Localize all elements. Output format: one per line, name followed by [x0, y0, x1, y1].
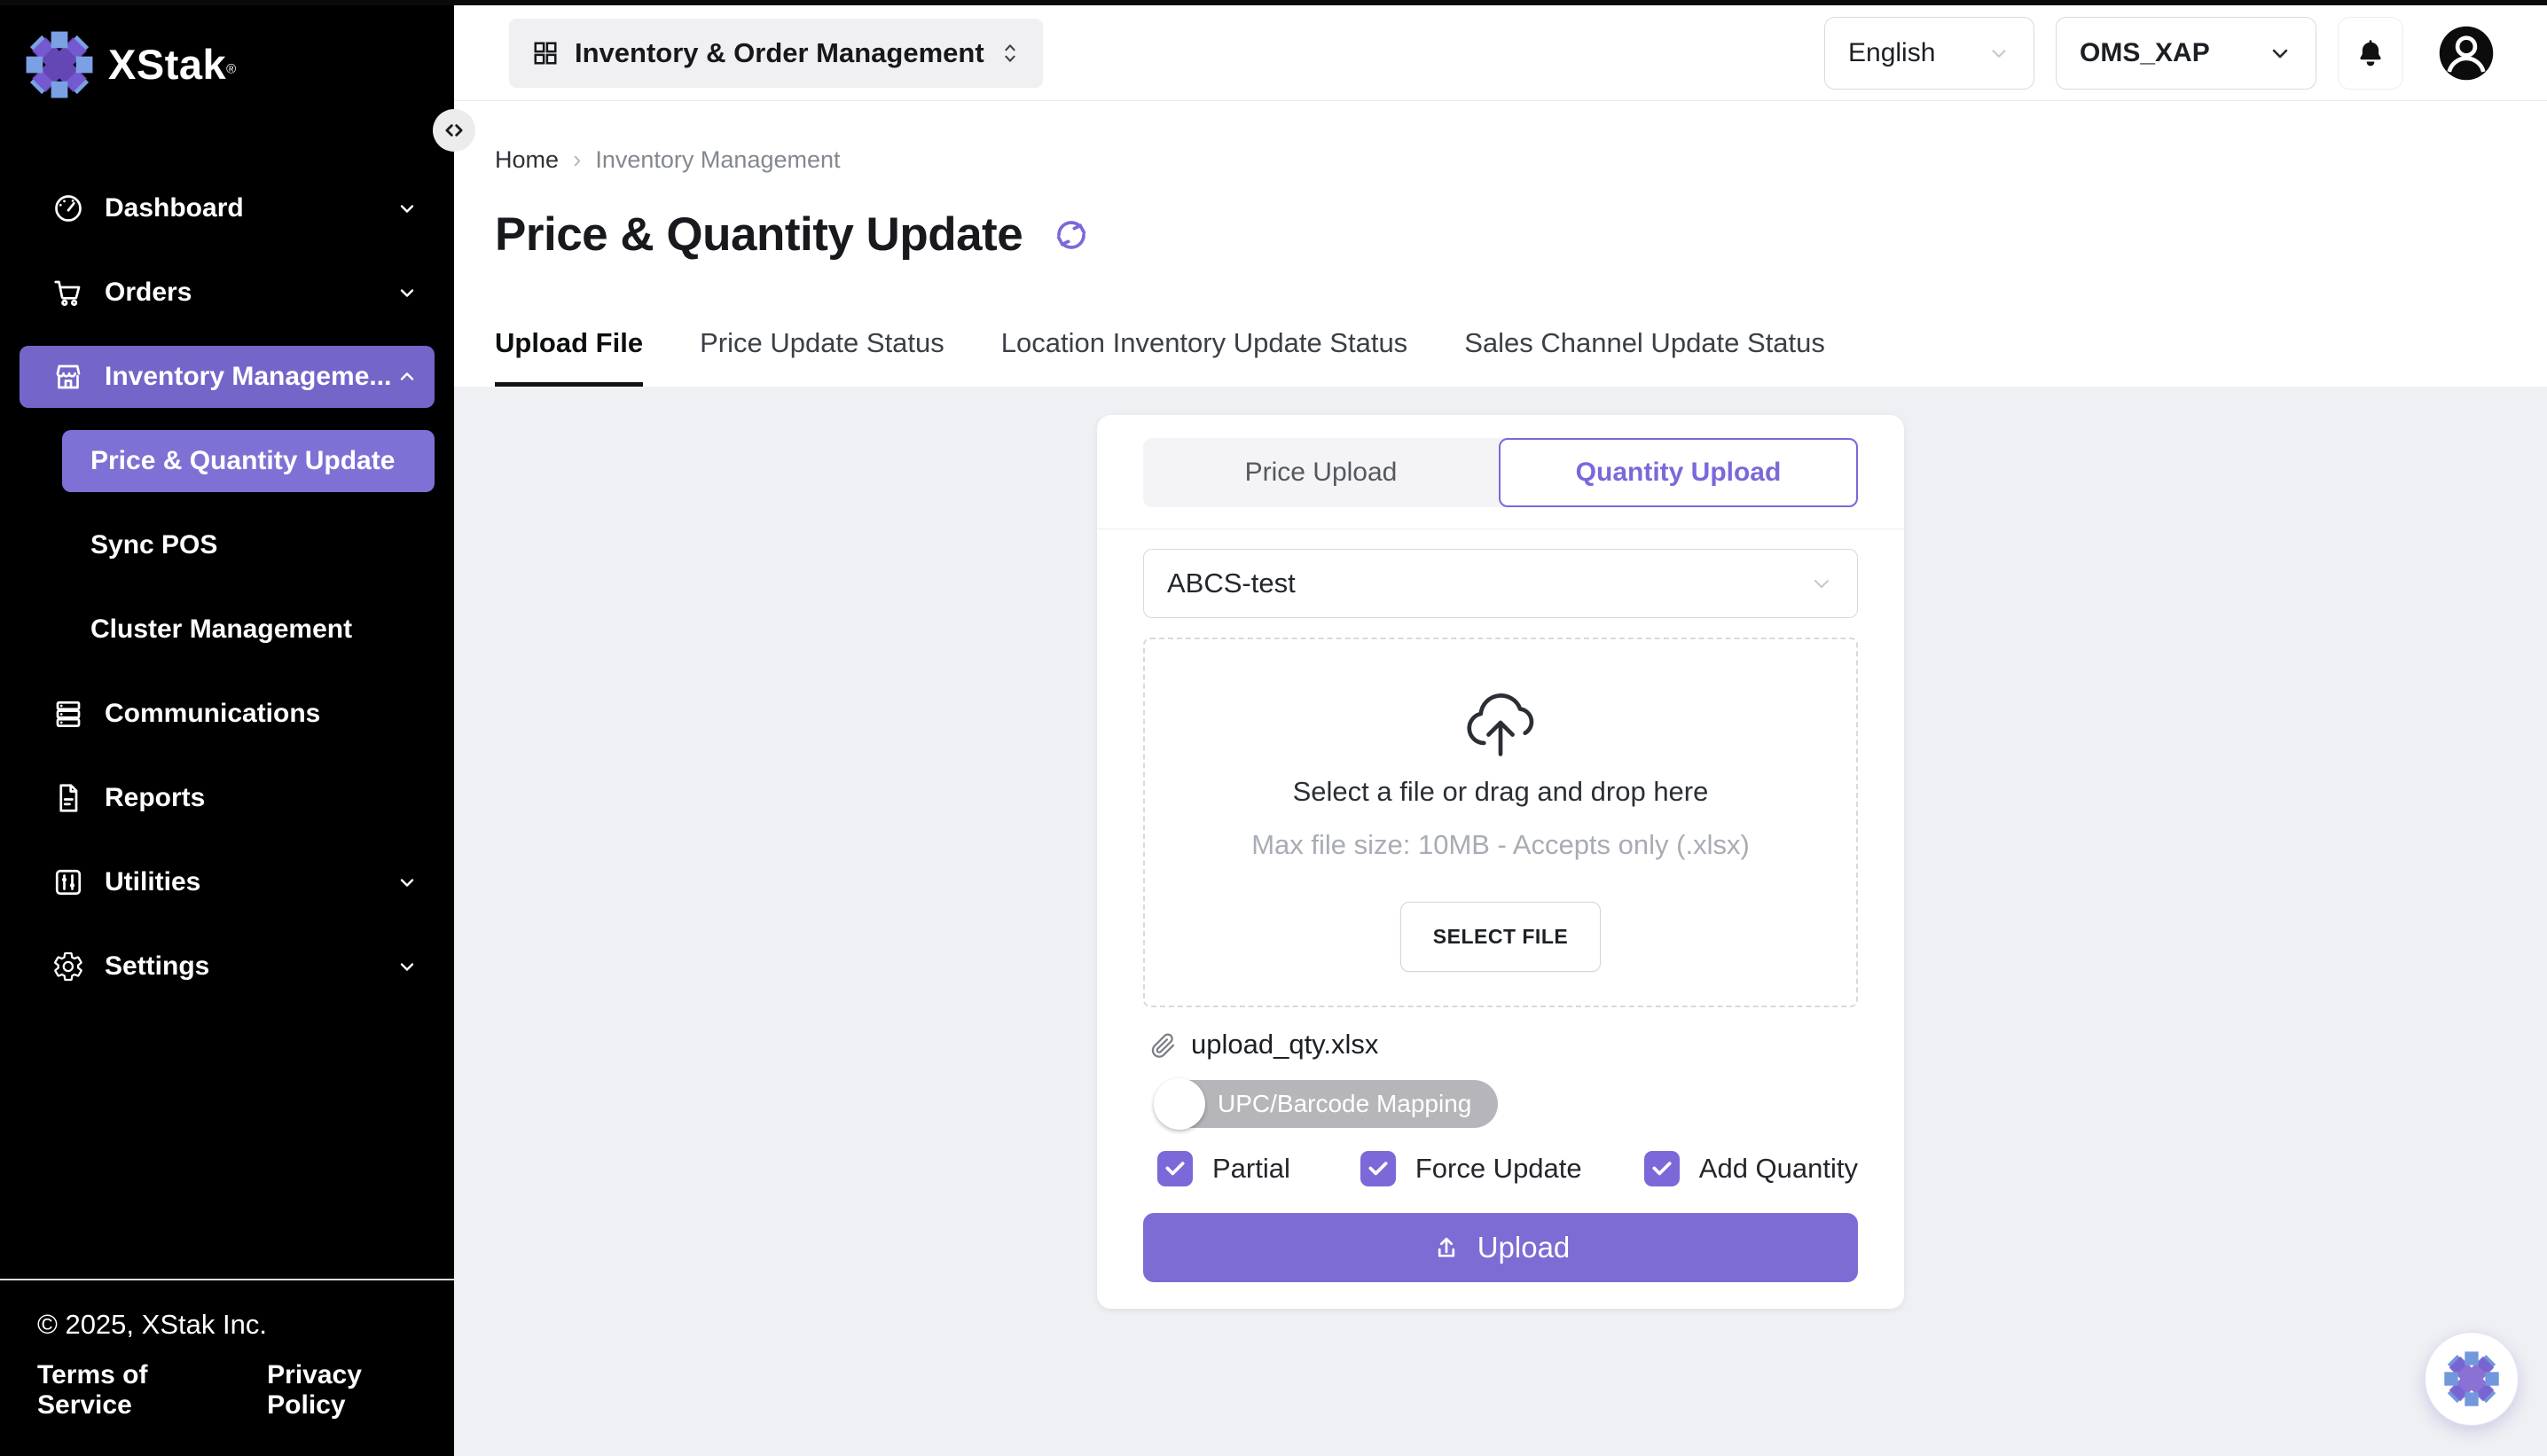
breadcrumb-separator: ›: [573, 145, 581, 174]
tab-price-update-status[interactable]: Price Update Status: [700, 327, 944, 387]
sliders-icon: [51, 865, 85, 899]
server-list-icon: [51, 697, 85, 731]
quantity-upload-tab[interactable]: Quantity Upload: [1499, 438, 1858, 507]
store-icon: [51, 360, 85, 394]
sidebar-item-reports[interactable]: Reports: [20, 767, 435, 829]
sidebar-item-orders[interactable]: Orders: [20, 262, 435, 324]
refresh-button[interactable]: [1053, 216, 1090, 254]
cart-icon: [51, 276, 85, 309]
chevron-down-icon: [1987, 42, 2010, 65]
page-header: Home › Inventory Management Price & Quan…: [454, 101, 2547, 387]
add-quantity-option: Add Quantity: [1644, 1151, 1858, 1186]
channel-select[interactable]: ABCS-test: [1143, 549, 1858, 618]
page-title: Price & Quantity Update: [495, 207, 1023, 262]
toggle-knob: [1154, 1078, 1205, 1130]
dashboard-icon: [51, 192, 85, 225]
sidebar: XStak® Dashboard Orders: [0, 0, 454, 1456]
xstak-logo-icon: [25, 30, 94, 99]
bell-icon: [2355, 37, 2386, 69]
sidebar-item-utilities[interactable]: Utilities: [20, 851, 435, 913]
check-icon: [1367, 1157, 1390, 1180]
sidebar-item-dashboard[interactable]: Dashboard: [20, 177, 435, 239]
brand-logo[interactable]: XStak®: [0, 0, 454, 99]
sidebar-collapse-button[interactable]: [433, 109, 475, 152]
options-row: Partial Force Update Add Quantity: [1143, 1151, 1858, 1186]
collapse-icon: [443, 119, 466, 142]
chevron-down-icon: [396, 197, 419, 220]
terms-of-service-link[interactable]: Terms of Service: [37, 1360, 216, 1421]
check-icon: [1164, 1157, 1187, 1180]
app-selector[interactable]: Inventory & Order Management: [509, 19, 1043, 88]
app-selector-label: Inventory & Order Management: [575, 37, 984, 69]
chevron-down-icon: [396, 955, 419, 978]
grid-icon: [532, 40, 559, 67]
chevron-down-icon: [396, 281, 419, 304]
channel-select-value: ABCS-test: [1167, 568, 1296, 599]
document-icon: [51, 781, 85, 815]
sidebar-item-inventory-management[interactable]: Inventory Manageme...: [20, 346, 435, 408]
privacy-policy-link[interactable]: Privacy Policy: [267, 1360, 419, 1421]
sidebar-item-communications[interactable]: Communications: [20, 683, 435, 745]
chevron-down-icon: [1809, 571, 1834, 596]
select-file-button[interactable]: SELECT FILE: [1400, 902, 1601, 972]
tab-location-inventory-update-status[interactable]: Location Inventory Update Status: [1001, 327, 1407, 387]
window-top-edge: [0, 0, 2547, 5]
upc-barcode-mapping-toggle[interactable]: UPC/Barcode Mapping: [1156, 1080, 1498, 1128]
brand-reg-mark: ®: [226, 62, 236, 77]
app-root: XStak® Dashboard Orders: [0, 0, 2547, 1456]
chevron-up-icon: [396, 365, 419, 388]
brand-name: XStak: [108, 41, 226, 88]
upload-card: Price Upload Quantity Upload ABCS-test S…: [1097, 415, 1904, 1309]
upload-tray-icon: [1431, 1233, 1462, 1263]
file-dropzone[interactable]: Select a file or drag and drop here Max …: [1143, 638, 1858, 1007]
sidebar-item-cluster-management[interactable]: Cluster Management: [62, 599, 435, 661]
sidebar-menu: Dashboard Orders Inventory Manageme...: [0, 177, 454, 998]
tab-sales-channel-update-status[interactable]: Sales Channel Update Status: [1464, 327, 1825, 387]
attached-file-row: upload_qty.xlsx: [1148, 1029, 1858, 1061]
xstak-logo-icon: [2443, 1350, 2500, 1407]
help-widget-button[interactable]: [2425, 1332, 2519, 1426]
chevron-down-icon: [396, 871, 419, 894]
chevron-down-icon: [2268, 41, 2292, 66]
breadcrumb-current: Inventory Management: [595, 146, 840, 174]
partial-option: Partial: [1157, 1151, 1360, 1186]
sidebar-item-settings[interactable]: Settings: [20, 935, 435, 998]
dropzone-headline: Select a file or drag and drop here: [1163, 776, 1838, 808]
add-quantity-checkbox[interactable]: [1644, 1151, 1680, 1186]
workspace-value: OMS_XAP: [2080, 38, 2210, 68]
sidebar-footer: © 2025, XStak Inc. Terms of Service Priv…: [0, 1279, 454, 1456]
breadcrumb: Home › Inventory Management: [495, 145, 2547, 174]
upload-button[interactable]: Upload: [1143, 1213, 1858, 1282]
language-select[interactable]: English: [1824, 17, 2034, 90]
toggle-label: UPC/Barcode Mapping: [1218, 1090, 1471, 1118]
gear-icon: [51, 950, 85, 983]
attached-file-name: upload_qty.xlsx: [1191, 1029, 1378, 1061]
sidebar-item-price-quantity-update[interactable]: Price & Quantity Update: [62, 430, 435, 492]
language-value: English: [1848, 38, 1935, 68]
notifications-button[interactable]: [2338, 17, 2403, 90]
force-update-option: Force Update: [1360, 1151, 1644, 1186]
dropzone-hint: Max file size: 10MB - Accepts only (.xls…: [1163, 829, 1838, 861]
upload-mode-toggle: Price Upload Quantity Upload: [1143, 438, 1858, 507]
breadcrumb-home[interactable]: Home: [495, 146, 559, 174]
force-update-checkbox[interactable]: [1360, 1151, 1396, 1186]
sidebar-item-sync-pos[interactable]: Sync POS: [62, 514, 435, 576]
refresh-icon: [1053, 216, 1090, 254]
updown-chevrons-icon: [1000, 41, 1020, 66]
partial-checkbox[interactable]: [1157, 1151, 1193, 1186]
card-divider: [1097, 528, 1904, 529]
tab-upload-file[interactable]: Upload File: [495, 327, 643, 387]
user-avatar[interactable]: [2437, 24, 2496, 82]
content-area: Price Upload Quantity Upload ABCS-test S…: [454, 387, 2547, 1456]
paperclip-icon: [1148, 1030, 1177, 1059]
check-icon: [1650, 1157, 1673, 1180]
price-upload-tab[interactable]: Price Upload: [1143, 438, 1499, 507]
tab-bar: Upload File Price Update Status Location…: [495, 327, 1825, 387]
copyright-text: © 2025, XStak Inc.: [37, 1309, 419, 1341]
cloud-upload-icon: [1456, 684, 1545, 762]
topbar: Inventory & Order Management English OMS…: [454, 0, 2547, 101]
workspace-select[interactable]: OMS_XAP: [2056, 17, 2316, 90]
upload-button-label: Upload: [1477, 1231, 1571, 1264]
